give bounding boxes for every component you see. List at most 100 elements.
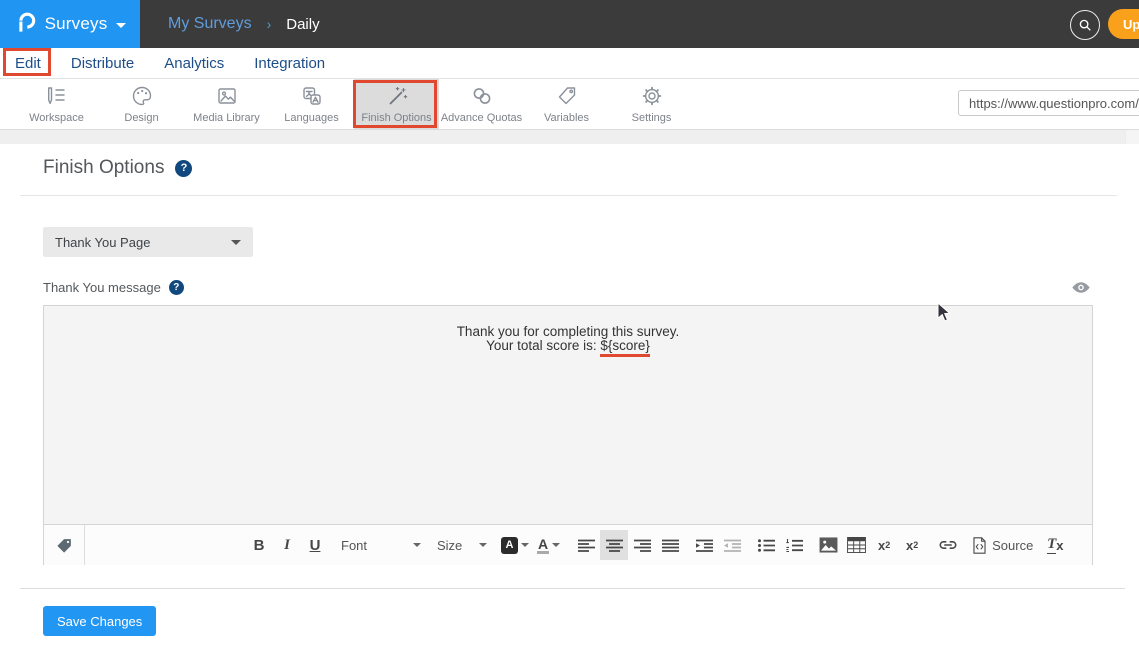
align-center-button[interactable] xyxy=(600,530,628,560)
chevron-down-icon xyxy=(116,23,126,28)
size-dropdown[interactable]: Size xyxy=(437,538,487,553)
ribbon-label: Workspace xyxy=(29,112,84,124)
ribbon-item-design[interactable]: Design xyxy=(99,79,184,129)
finish-options-panel: Finish Options ? Thank You Page Thank Yo… xyxy=(0,144,1139,650)
ribbon-label: Design xyxy=(124,112,158,124)
link-chain-icon xyxy=(938,539,958,551)
finish-type-value: Thank You Page xyxy=(55,235,150,250)
superscript-base: x xyxy=(906,538,913,553)
superscript-button[interactable]: x2 xyxy=(898,530,926,560)
score-line-prefix: Your total score is: xyxy=(486,338,600,353)
tab-edit[interactable]: Edit xyxy=(15,55,41,72)
underline-button[interactable]: U xyxy=(301,530,329,560)
edit-ribbon: Workspace Design Media Library xyxy=(0,78,1139,130)
font-dropdown-label: Font xyxy=(341,538,367,553)
ribbon-label: Languages xyxy=(284,112,338,124)
remove-format-x: x xyxy=(1056,538,1063,553)
insert-image-button[interactable] xyxy=(814,530,842,560)
chevron-down-icon xyxy=(521,543,529,547)
ribbon-item-settings[interactable]: Settings xyxy=(609,79,694,129)
breadcrumb-my-surveys[interactable]: My Surveys xyxy=(168,15,252,33)
tab-distribute[interactable]: Distribute xyxy=(71,55,134,72)
tab-integration[interactable]: Integration xyxy=(254,55,325,72)
preview-button[interactable] xyxy=(1071,280,1091,300)
remove-format-t: T xyxy=(1047,536,1056,554)
ribbon-label: Settings xyxy=(632,112,672,124)
page-title: Finish Options xyxy=(43,157,164,179)
increase-indent-button[interactable] xyxy=(690,530,718,560)
justify-button[interactable] xyxy=(656,530,684,560)
image-icon xyxy=(819,537,838,553)
bullet-list-icon xyxy=(758,539,775,552)
numbered-list-button[interactable] xyxy=(780,530,808,560)
align-left-icon xyxy=(578,539,595,552)
tag-filled-icon xyxy=(55,536,74,555)
background-color-chip: A xyxy=(501,537,518,554)
indent-icon xyxy=(696,539,713,552)
ribbon-item-media-library[interactable]: Media Library xyxy=(184,79,269,129)
section-divider xyxy=(20,588,1125,589)
finish-type-dropdown[interactable]: Thank You Page xyxy=(43,227,253,257)
languages-icon xyxy=(300,84,324,108)
align-left-button[interactable] xyxy=(572,530,600,560)
ribbon-label: Finish Options xyxy=(361,112,431,124)
outdent-icon xyxy=(724,539,741,552)
section-divider xyxy=(20,195,1117,196)
help-icon[interactable]: ? xyxy=(169,280,184,295)
bullet-list-button[interactable] xyxy=(752,530,780,560)
thank-you-message-label: Thank You message xyxy=(43,280,161,295)
upgrade-label: Up xyxy=(1123,17,1139,32)
insert-link-button[interactable] xyxy=(934,530,962,560)
source-label: Source xyxy=(992,538,1033,553)
bold-button[interactable]: B xyxy=(245,530,273,560)
remove-format-button[interactable]: Tx xyxy=(1041,530,1069,560)
insert-table-button[interactable] xyxy=(842,530,870,560)
eye-icon xyxy=(1071,280,1091,295)
insert-variable-button[interactable] xyxy=(44,525,84,565)
tab-analytics[interactable]: Analytics xyxy=(164,55,224,72)
product-name: Surveys xyxy=(45,14,108,34)
chevron-down-icon xyxy=(552,543,560,547)
ribbon-item-variables[interactable]: Variables xyxy=(524,79,609,129)
subscript-base: x xyxy=(878,538,885,553)
save-changes-button[interactable]: Save Changes xyxy=(43,606,156,636)
search-button[interactable] xyxy=(1070,10,1100,40)
size-dropdown-label: Size xyxy=(437,538,462,553)
table-icon xyxy=(847,537,866,553)
upgrade-button[interactable]: Up xyxy=(1108,9,1139,39)
ribbon-item-advance-quotas[interactable]: Advance Quotas xyxy=(439,79,524,129)
media-library-icon xyxy=(215,84,239,108)
text-color-letter: A xyxy=(537,537,549,554)
toolbar-separator xyxy=(84,525,85,565)
subscript-button[interactable]: x2 xyxy=(870,530,898,560)
ribbon-item-workspace[interactable]: Workspace xyxy=(14,79,99,129)
chevron-down-icon xyxy=(231,240,241,245)
decrease-indent-button[interactable] xyxy=(718,530,746,560)
chevron-down-icon xyxy=(479,543,487,547)
survey-tab-bar: Edit Distribute Analytics Integration xyxy=(0,48,1139,78)
product-switcher[interactable]: Surveys xyxy=(0,0,140,48)
source-button[interactable]: Source xyxy=(972,530,1033,560)
ribbon-item-finish-options[interactable]: Finish Options xyxy=(354,79,439,129)
italic-button[interactable]: I xyxy=(273,530,301,560)
align-right-button[interactable] xyxy=(628,530,656,560)
search-icon xyxy=(1077,17,1093,33)
score-variable-token: ${score} xyxy=(600,338,650,357)
questionpro-logo xyxy=(14,10,36,39)
source-document-icon xyxy=(972,537,987,554)
text-color-button[interactable]: A xyxy=(537,537,560,554)
breadcrumb-current-survey: Daily xyxy=(286,16,319,33)
page-background-strip xyxy=(0,130,1139,144)
chevron-down-icon xyxy=(413,543,421,547)
subscript-digit: 2 xyxy=(885,540,890,550)
breadcrumb-separator: › xyxy=(267,16,272,32)
editor-content-area[interactable]: Thank you for completing this survey. Yo… xyxy=(44,306,1092,524)
background-color-button[interactable]: A xyxy=(501,537,529,554)
top-header-bar: Surveys My Surveys › Daily Up xyxy=(0,0,1139,48)
survey-url-field[interactable] xyxy=(958,90,1139,116)
justify-icon xyxy=(662,539,679,552)
font-dropdown[interactable]: Font xyxy=(341,538,421,553)
numbered-list-icon xyxy=(786,539,803,552)
ribbon-item-languages[interactable]: Languages xyxy=(269,79,354,129)
help-icon[interactable]: ? xyxy=(175,160,192,177)
